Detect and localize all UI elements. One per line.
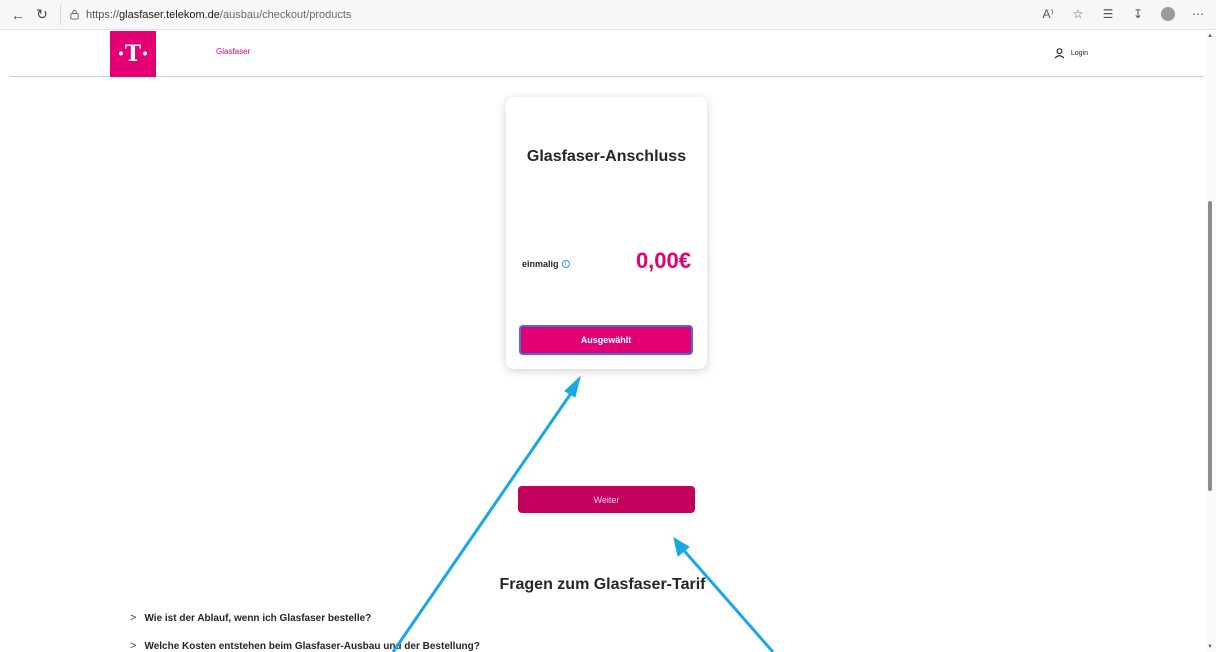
- lock-icon: [70, 9, 79, 20]
- arrow-to-continue-button: [673, 536, 775, 652]
- read-aloud-icon[interactable]: A⁾: [1038, 4, 1058, 24]
- faq-question: Welche Kosten entstehen beim Glasfaser-A…: [144, 640, 480, 652]
- favorite-star-icon[interactable]: ☆: [1068, 4, 1088, 24]
- address-bar[interactable]: https://glasfaser.telekom.de/ausbau/chec…: [60, 4, 1100, 25]
- back-arrow-icon[interactable]: ←: [6, 3, 30, 27]
- chevron-right-icon: >: [130, 612, 137, 624]
- url-scheme: https://: [86, 8, 120, 21]
- product-card: Glasfaser-Anschluss einmalig i 0,00€ Aus…: [506, 97, 707, 369]
- page-scrollbar[interactable]: ▲ ▼: [1205, 31, 1216, 652]
- scroll-up-icon[interactable]: ▲: [1207, 33, 1213, 39]
- browser-toolbar: ← ↻ https://glasfaser.telekom.de/ausbau/…: [0, 0, 1216, 30]
- chevron-right-icon: >: [130, 640, 137, 652]
- telekom-logo[interactable]: ·T·: [110, 31, 156, 77]
- login-link[interactable]: Login: [1054, 47, 1088, 59]
- product-title: Glasfaser-Anschluss: [526, 148, 687, 165]
- faq-item[interactable]: > Welche Kosten entstehen beim Glasfaser…: [130, 640, 480, 652]
- continue-button[interactable]: Weiter: [518, 486, 695, 513]
- arrow-to-selected-button: [391, 375, 581, 652]
- favorites-list-icon[interactable]: ☰: [1098, 4, 1118, 24]
- login-label: Login: [1070, 49, 1088, 57]
- scroll-down-icon[interactable]: ▼: [1207, 644, 1213, 650]
- info-icon[interactable]: i: [561, 260, 570, 268]
- scroll-thumb[interactable]: [1208, 201, 1212, 491]
- product-price: 0,00€: [635, 248, 691, 273]
- more-options-icon[interactable]: ⋯: [1188, 4, 1208, 24]
- url-host: glasfaser.telekom.de: [119, 8, 220, 21]
- person-icon: [1054, 48, 1065, 59]
- avatar: [1161, 7, 1175, 21]
- url-path: /ausbau/checkout/products: [219, 8, 352, 21]
- download-icon[interactable]: ↧: [1128, 4, 1148, 24]
- faq-item[interactable]: > Wie ist der Ablauf, wenn ich Glasfaser…: [130, 612, 371, 624]
- nav-link-glasfaser[interactable]: Glasfaser: [216, 47, 250, 56]
- selected-button[interactable]: Ausgewählt: [519, 325, 693, 355]
- faq-question: Wie ist der Ablauf, wenn ich Glasfaser b…: [144, 612, 372, 624]
- price-label-text: einmalig: [522, 259, 559, 269]
- reload-icon[interactable]: ↻: [30, 3, 54, 27]
- faq-title: Fragen zum Glasfaser-Tarif: [499, 576, 706, 593]
- profile-avatar[interactable]: [1158, 4, 1178, 24]
- site-header: ·T· Glasfaser Login: [10, 31, 1204, 77]
- price-label: einmalig i: [522, 259, 570, 269]
